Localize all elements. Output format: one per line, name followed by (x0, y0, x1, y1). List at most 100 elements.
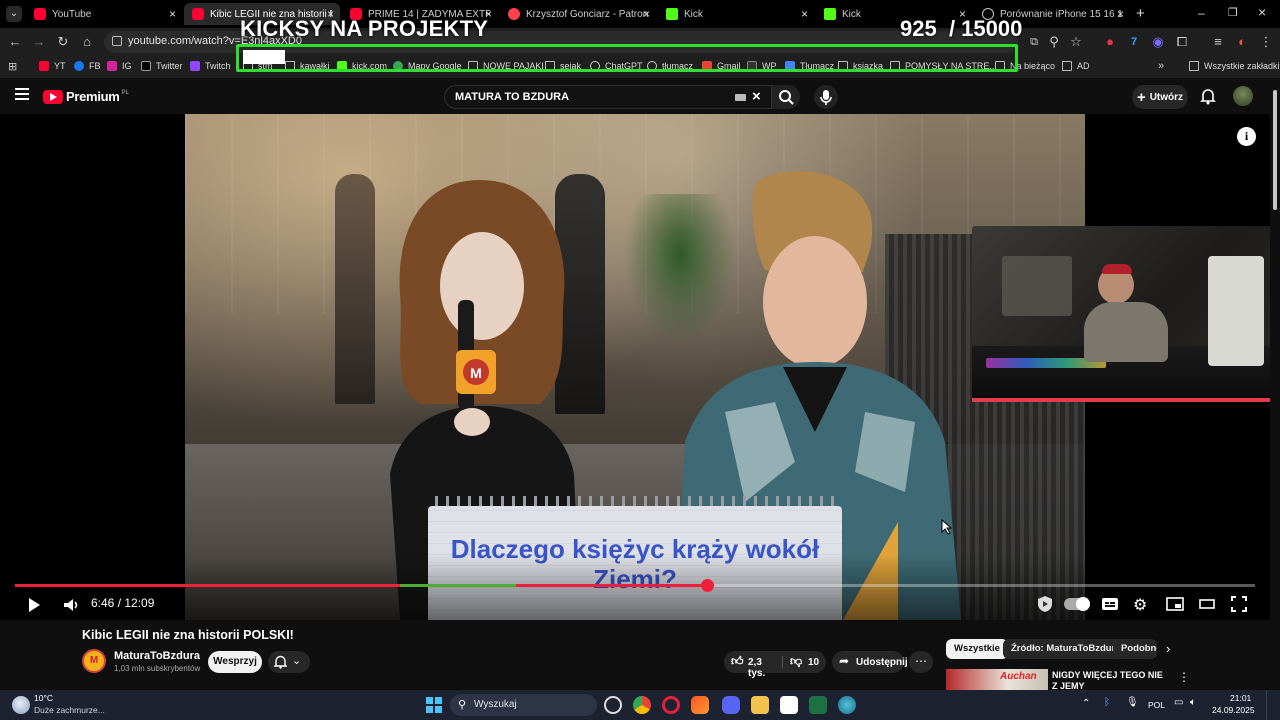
speaker-icon[interactable]: 🔈︎ (1190, 697, 1196, 708)
home-icon[interactable]: ⌂ (79, 34, 95, 50)
avatar[interactable] (1233, 86, 1253, 106)
miniplayer-button[interactable] (1166, 597, 1184, 611)
brave-icon[interactable] (691, 696, 709, 714)
language-indicator[interactable]: POL (1148, 700, 1165, 710)
hamburger-menu-icon[interactable] (15, 88, 29, 100)
theater-mode-button[interactable] (1199, 599, 1215, 609)
bookmark-item[interactable]: AD (1062, 61, 1090, 71)
bluetooth-icon[interactable]: ᛒ (1104, 697, 1110, 708)
tab-title: Kick (684, 8, 703, 20)
notifications-button[interactable] (1200, 88, 1216, 105)
weather-temperature: 10°C (34, 693, 53, 703)
sponsorblock-button[interactable] (1035, 594, 1055, 614)
recommendation-menu-icon[interactable]: ⋮ (1178, 670, 1190, 684)
more-bookmarks-icon[interactable]: » (1158, 60, 1164, 72)
keyboard-icon[interactable] (735, 94, 746, 101)
minimize-icon[interactable]: – (1198, 6, 1205, 20)
zoom-icon[interactable]: ⚲ (1046, 34, 1062, 50)
channel-name[interactable]: MaturaToBzdura (114, 650, 200, 662)
file-explorer-icon[interactable] (751, 696, 769, 714)
fullscreen-button[interactable] (1231, 596, 1247, 612)
bookmark-item[interactable]: Twitch (190, 61, 231, 71)
close-tab-icon[interactable]: × (1117, 7, 1124, 21)
extensions-puzzle-icon[interactable]: ⧠ (1174, 34, 1190, 50)
extension-icon[interactable]: 7 (1126, 34, 1142, 50)
youtube-premium-logo[interactable]: Premium PL (43, 89, 129, 104)
profile-icon[interactable]: ◐ (1234, 34, 1250, 50)
tab-patronite[interactable]: Krzysztof Gonciarz - Patronite.p × (500, 3, 656, 25)
chevron-down-icon: ⌄ (292, 655, 302, 667)
tab-search-icon[interactable]: ⌄ (6, 6, 22, 22)
extension-icon[interactable]: ◉ (1150, 34, 1166, 50)
back-icon[interactable]: ← (7, 34, 23, 50)
install-app-icon[interactable]: ⧉ (1026, 34, 1042, 50)
like-button[interactable]: 👍︎ 2,3 tys. (724, 651, 780, 679)
tray-overflow-icon[interactable]: ⌃ (1082, 698, 1090, 709)
chip-from-channel[interactable]: Źródło: MaturaToBzdura (1003, 639, 1129, 659)
reading-list-icon[interactable]: ≡ (1210, 34, 1226, 50)
recommendation-thumbnail[interactable]: Auchan (946, 669, 1048, 690)
reload-icon[interactable]: ↻ (55, 34, 71, 50)
video-player[interactable]: M Dlaczego księżyc krąży wokół Ziemi? i (0, 114, 1270, 620)
create-button[interactable]: + Utwórz (1132, 85, 1188, 109)
dislike-button[interactable]: 👎︎ 10 (784, 651, 826, 673)
network-icon[interactable]: ▭ (1174, 697, 1183, 708)
search-button[interactable] (772, 85, 800, 109)
microphone-tray-icon[interactable]: 🎙︎ (1126, 697, 1139, 708)
clock-time[interactable]: 21:01 (1230, 693, 1251, 703)
autoplay-toggle[interactable] (1064, 597, 1090, 611)
channel-avatar[interactable]: M (82, 649, 106, 673)
bookmark-star-icon[interactable]: ☆ (1068, 34, 1084, 50)
chip-similar[interactable]: Podobne (1113, 639, 1157, 659)
capcut-icon[interactable] (780, 696, 798, 714)
voice-search-button[interactable] (814, 85, 838, 109)
play-button[interactable] (26, 596, 42, 614)
scrubber-handle[interactable] (701, 579, 714, 592)
tab-youtube[interactable]: YouTube × (26, 3, 182, 25)
close-window-icon[interactable]: × (1258, 4, 1266, 20)
discord-icon[interactable] (722, 696, 740, 714)
bookmark-item[interactable]: FB (74, 61, 101, 71)
share-button[interactable]: ➦ Udostępnij (832, 651, 908, 673)
clear-search-icon[interactable]: × (752, 88, 761, 105)
restore-icon[interactable]: ❐ (1228, 6, 1238, 19)
bookmark-item[interactable]: YT (39, 61, 66, 71)
forward-icon[interactable]: → (31, 34, 47, 50)
globe-app-icon[interactable] (838, 696, 856, 714)
close-tab-icon[interactable]: × (801, 7, 808, 21)
new-tab-icon[interactable]: + (1136, 5, 1145, 22)
current-time: 6:46 (91, 596, 115, 610)
site-info-icon[interactable] (112, 36, 122, 46)
menu-dots-icon[interactable]: ⋮ (1258, 34, 1274, 50)
copilot-icon[interactable] (604, 696, 622, 714)
record-extension-icon[interactable]: ● (1102, 34, 1118, 50)
show-desktop[interactable] (1266, 690, 1270, 720)
clock-date[interactable]: 24.09.2025 (1212, 705, 1255, 715)
close-tab-icon[interactable]: × (169, 7, 176, 21)
bookmark-item[interactable]: IG (107, 61, 132, 71)
chevron-right-icon[interactable]: › (1166, 641, 1170, 656)
search-input[interactable]: MATURA TO BZDURA × (444, 85, 772, 109)
page-scrollbar[interactable] (1272, 90, 1278, 690)
chrome-icon[interactable] (633, 696, 651, 714)
recommendation-title[interactable]: NIGDY WIĘCEJ TEGO NIE Z JEMY (1052, 670, 1164, 692)
start-windows-icon[interactable] (426, 697, 442, 713)
taskbar-search[interactable]: ⚲ Wyszukaj (450, 694, 597, 716)
tab-kick-1[interactable]: Kick × (658, 3, 814, 25)
mute-button[interactable] (62, 596, 80, 614)
weather-icon[interactable] (12, 696, 30, 714)
apps-grid-icon[interactable]: ⊞ (8, 60, 17, 73)
support-button[interactable]: Wesprzyj (208, 651, 262, 673)
like-count: 2,3 tys. (748, 657, 766, 679)
info-icon[interactable]: i (1237, 127, 1256, 146)
close-tab-icon[interactable]: × (643, 7, 650, 21)
opera-icon[interactable] (662, 696, 680, 714)
settings-gear-icon[interactable]: ⚙ (1133, 595, 1147, 615)
more-actions-button[interactable]: ⋯ (909, 651, 933, 673)
subscription-bell-button[interactable]: ⌄ (268, 651, 310, 673)
subtitles-button[interactable] (1101, 597, 1119, 611)
chip-all[interactable]: Wszystkie (946, 639, 1008, 659)
bookmark-item[interactable]: Twitter (141, 61, 183, 71)
excel-icon[interactable] (809, 696, 827, 714)
all-bookmarks[interactable]: Wszystkie zakładki (1189, 61, 1280, 71)
